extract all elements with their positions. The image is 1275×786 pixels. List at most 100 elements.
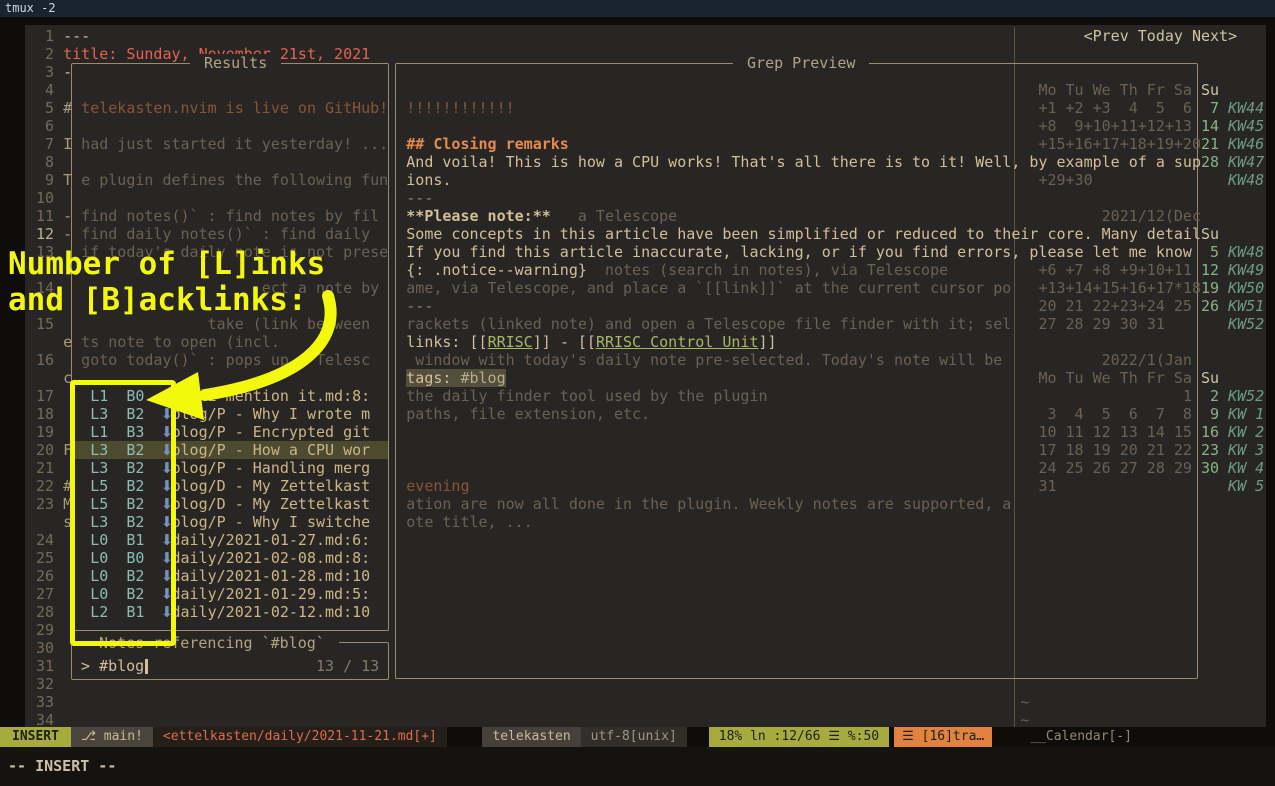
screen-row: 16goto today()` : pops up a Telesc windo… [27, 351, 1275, 369]
result-row[interactable]: 26L0B2⬇daily/2021-01-28.md:10 [27, 567, 1275, 585]
text-segment: Mo Tu We Th Fr Sa [1038, 81, 1192, 99]
result-entry-label[interactable]: blog/P - Why I wrote m [171, 405, 370, 423]
result-row[interactable]: 28L2B1⬇daily/2021-02-12.md:10 [27, 603, 1275, 621]
results-title-text: Results [204, 54, 267, 72]
result-row[interactable]: 22#evening31KW 5L5B2⬇blog/D - My Zettelk… [27, 477, 1275, 495]
text-segment: Su [1201, 369, 1219, 387]
mode-indicator: INSERT [0, 727, 71, 747]
text-segment: KW52 [1228, 315, 1264, 333]
text-segment: [[ [470, 333, 488, 351]
result-row[interactable]: 17the daily finder tool used by the plug… [27, 387, 1275, 405]
result-row[interactable]: 23Mation are now all done in the plugin.… [27, 495, 1275, 513]
text-segment: 27 [36, 585, 54, 603]
calendar-sunday[interactable]: 26 [1201, 297, 1219, 315]
result-entry-label[interactable]: blog/P - Encrypted git [171, 423, 370, 441]
calendar-days[interactable]: +15+16+17+18+19+20 [1038, 135, 1201, 153]
calendar-days[interactable]: 3 4 5 6 7 8 [1038, 405, 1192, 423]
result-row[interactable]: 20F17 18 19 20 21 2223KW 3L3B2⬇blog/P - … [27, 441, 1275, 459]
text-segment: find notes()` : find notes by fil [81, 207, 379, 225]
calendar-sunday[interactable]: 19 [1201, 279, 1219, 297]
text-segment: KW48 [1228, 171, 1264, 189]
text-segment: 2022/1(Jan [1102, 351, 1192, 369]
calendar-sunday[interactable]: 12 [1201, 261, 1219, 279]
text-segment: # [63, 99, 72, 117]
text-segment: 7 [36, 135, 54, 153]
text-segment: 18 [36, 405, 54, 423]
text-segment: 5 [36, 99, 54, 117]
text-segment: Su [1201, 81, 1219, 99]
statusbar-spacer [447, 727, 483, 747]
text-segment: If you find this article inaccurate, lac… [406, 243, 1192, 261]
preview-window-title: Grep Preview [733, 54, 869, 72]
result-entry-label[interactable]: blog/P - How a CPU wor [171, 441, 370, 459]
preview-title-text: Grep Preview [747, 54, 855, 72]
result-entry-label[interactable]: …al i mention it.md:8: [171, 387, 370, 405]
result-row[interactable]: 18paths, file extension, etc. 3 4 5 6 7 … [27, 405, 1275, 423]
text-segment: {: .notice--warning} [406, 261, 587, 279]
result-entry-label[interactable]: blog/P - Why I switche [171, 513, 370, 531]
result-row[interactable]: sote title, ...L3B2⬇blog/P - Why I switc… [27, 513, 1275, 531]
calendar-next-button[interactable]: Next> [1192, 27, 1237, 45]
result-entry-label[interactable]: blog/D - My Zettelkast [171, 495, 370, 513]
text-segment: - [560, 333, 569, 351]
text-segment: KW 5 [1228, 477, 1264, 495]
calendar-days[interactable]: 27 28 29 30 31 [1038, 315, 1164, 333]
calendar-sunday[interactable]: 5 [1201, 243, 1219, 261]
result-entry-label[interactable]: blog/P - Handling merg [171, 459, 370, 477]
text-segment: telekasten.nvim is live on GitHub! [81, 99, 388, 117]
result-row[interactable]: 25L0B0⬇daily/2021-02-08.md:8: [27, 549, 1275, 567]
text-segment: 21 [36, 459, 54, 477]
calendar-sunday[interactable]: 21 [1201, 135, 1219, 153]
result-row[interactable]: 2124 25 26 27 28 2930KW 4L3B2⬇blog/P - H… [27, 459, 1275, 477]
screen-row: ets note to open (incl.links: [[RRISC]]-… [27, 333, 1275, 351]
result-row[interactable]: 27L0B2⬇daily/2021-01-29.md:5: [27, 585, 1275, 603]
calendar-days[interactable]: +6 +7 +8 +9+10+11 [1038, 261, 1192, 279]
calendar-sunday[interactable]: 23 [1201, 441, 1219, 459]
calendar-days[interactable]: +8 9+10+11+12+13 [1038, 117, 1192, 135]
tag-match[interactable]: #blog [460, 369, 505, 387]
calendar-sunday[interactable]: 2 [1201, 387, 1219, 405]
text-segment: ]] [533, 333, 551, 351]
calendar-days[interactable]: 20 21 22+23+24 25 [1038, 297, 1192, 315]
text-segment: [[ [578, 333, 596, 351]
result-entry-label[interactable]: daily/2021-02-08.md:8: [171, 549, 370, 567]
result-entry-label[interactable]: daily/2021-01-28.md:10 [171, 567, 370, 585]
search-input[interactable]: > #blog [81, 657, 148, 675]
filename-segment: <ettelkasten/daily/2021-11-21.md[+] [153, 727, 447, 747]
result-row[interactable]: 24L0B1⬇daily/2021-01-27.md:6: [27, 531, 1275, 549]
calendar-sunday[interactable]: 14 [1201, 117, 1219, 135]
text-segment: KW46 [1228, 135, 1264, 153]
text-segment: **Please note:** [406, 207, 551, 225]
calendar-days[interactable]: +29+30 [1038, 171, 1092, 189]
calendar-sunday[interactable]: 30 [1201, 459, 1219, 477]
calendar-days[interactable]: +1 +2 +3 4 5 6 [1038, 99, 1192, 117]
result-entry-label[interactable]: daily/2021-02-12.md:10 [171, 603, 370, 621]
calendar-sunday[interactable]: 7 [1201, 99, 1219, 117]
wiki-link[interactable]: RRISC [488, 333, 533, 351]
text-segment: 11 [36, 207, 54, 225]
result-row[interactable]: 1910 11 12 13 14 1516KW 2L1B3⬇blog/P - E… [27, 423, 1275, 441]
result-entry-label[interactable]: daily/2021-01-27.md:6: [171, 531, 370, 549]
calendar-days[interactable]: 24 25 26 27 28 29 [1038, 459, 1192, 477]
calendar-sunday[interactable]: 28 [1201, 153, 1219, 171]
wiki-link[interactable]: RRISC Control Unit [596, 333, 759, 351]
calendar-days[interactable]: +13+14+15+16+17*18 [1038, 279, 1201, 297]
text-segment: e plugin defines the following fun [81, 171, 388, 189]
text-segment: 33 [36, 693, 54, 711]
text-segment: --- [406, 189, 433, 207]
text-segment: a Telescope [578, 207, 677, 225]
annotation-highlight-box [70, 380, 176, 646]
text-segment: ame, via Telescope, and place a `[[link]… [406, 279, 1011, 297]
calendar-days[interactable]: 31 [1038, 477, 1056, 495]
calendar-today-button[interactable]: Today [1138, 27, 1183, 45]
calendar-days[interactable]: 10 11 12 13 14 15 [1038, 423, 1192, 441]
calendar-days[interactable]: 17 18 19 20 21 22 [1038, 441, 1192, 459]
text-segment: Su [1201, 225, 1219, 243]
calendar-sunday[interactable]: 16 [1201, 423, 1219, 441]
calendar-prev-button[interactable]: <Prev [1084, 27, 1129, 45]
git-branch-segment: ⎇ main! [71, 727, 153, 747]
result-entry-label[interactable]: daily/2021-01-29.md:5: [171, 585, 370, 603]
text-segment: 8 [36, 153, 54, 171]
calendar-sunday[interactable]: 9 [1201, 405, 1219, 423]
result-entry-label[interactable]: blog/D - My Zettelkast [171, 477, 370, 495]
